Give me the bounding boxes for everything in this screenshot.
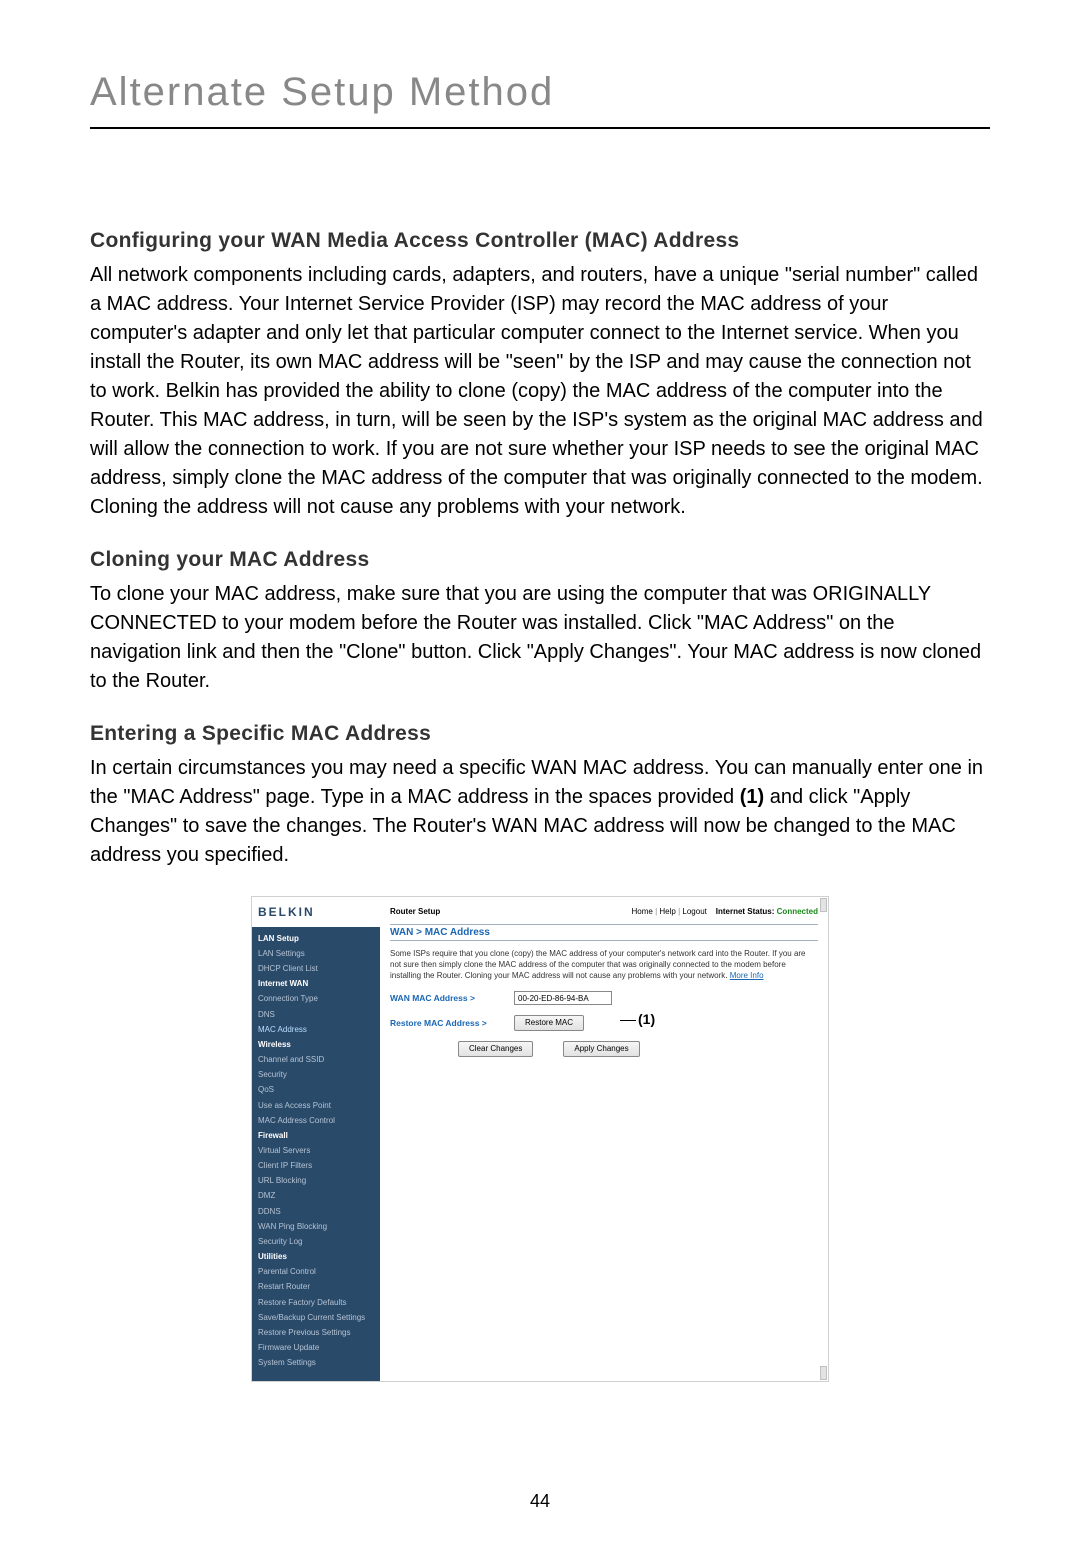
body-entering-mac: In certain circumstances you may need a … xyxy=(90,754,990,870)
sidebar-item[interactable]: URL Blocking xyxy=(252,1173,380,1188)
sidebar-item[interactable]: Restore Factory Defaults xyxy=(252,1295,380,1310)
router-admin-screenshot: BELKIN LAN SetupLAN SettingsDHCP Client … xyxy=(251,896,829,1382)
sidebar-item[interactable]: WAN Ping Blocking xyxy=(252,1219,380,1234)
sidebar-item[interactable]: Use as Access Point xyxy=(252,1098,380,1113)
clear-changes-button[interactable]: Clear Changes xyxy=(458,1041,533,1057)
sidebar-item[interactable]: MAC Address Control xyxy=(252,1113,380,1128)
sidebar-item[interactable]: Channel and SSID xyxy=(252,1052,380,1067)
sidebar-item[interactable]: DDNS xyxy=(252,1204,380,1219)
heading-cloning-mac: Cloning your MAC Address xyxy=(90,548,990,572)
internet-status-value: Connected xyxy=(777,907,818,916)
sidebar-item[interactable]: Connection Type xyxy=(252,991,380,1006)
page-number: 44 xyxy=(0,1491,1080,1512)
sidebar-group-head: Firewall xyxy=(252,1128,380,1143)
section-3: Entering a Specific MAC Address In certa… xyxy=(90,722,990,870)
body-configuring-wan-mac: All network components including cards, … xyxy=(90,261,990,522)
router-sidebar: BELKIN LAN SetupLAN SettingsDHCP Client … xyxy=(252,897,380,1381)
more-info-link[interactable]: More Info xyxy=(730,971,764,980)
heading-configuring-wan-mac: Configuring your WAN Media Access Contro… xyxy=(90,229,990,253)
sidebar-item[interactable]: DNS xyxy=(252,1007,380,1022)
page-title: Alternate Setup Method xyxy=(90,70,990,129)
sidebar-item[interactable]: Parental Control xyxy=(252,1264,380,1279)
restore-mac-button[interactable]: Restore MAC xyxy=(514,1015,584,1031)
sidebar-item[interactable]: Client IP Filters xyxy=(252,1158,380,1173)
link-help[interactable]: Help xyxy=(659,907,675,916)
sidebar-group-head: Wireless xyxy=(252,1037,380,1052)
heading-entering-mac: Entering a Specific MAC Address xyxy=(90,722,990,746)
sidebar-item[interactable]: Virtual Servers xyxy=(252,1143,380,1158)
sidebar-item[interactable]: Security Log xyxy=(252,1234,380,1249)
internet-status-label: Internet Status: xyxy=(716,907,775,916)
scrollbar-up[interactable] xyxy=(820,898,827,912)
router-setup-label: Router Setup xyxy=(390,907,440,916)
section-2: Cloning your MAC Address To clone your M… xyxy=(90,548,990,696)
apply-changes-button[interactable]: Apply Changes xyxy=(563,1041,639,1057)
sidebar-group-head: Utilities xyxy=(252,1249,380,1264)
sidebar-group-head: Internet WAN xyxy=(252,976,380,991)
router-main: Router Setup Home | Help | Logout Intern… xyxy=(380,897,828,1381)
restore-mac-row: Restore MAC Address > Restore MAC (1) xyxy=(390,1015,818,1031)
restore-mac-label: Restore MAC Address > xyxy=(390,1018,500,1028)
sidebar-item[interactable]: DHCP Client List xyxy=(252,961,380,976)
sidebar-item[interactable]: LAN Settings xyxy=(252,946,380,961)
wan-mac-input[interactable] xyxy=(514,991,612,1005)
section-1: Configuring your WAN Media Access Contro… xyxy=(90,229,990,522)
callout-1: (1) xyxy=(620,1011,655,1027)
sidebar-item[interactable]: DMZ xyxy=(252,1188,380,1203)
brand-logo: BELKIN xyxy=(252,897,380,927)
mac-description: Some ISPs require that you clone (copy) … xyxy=(390,949,818,981)
scrollbar-down[interactable] xyxy=(820,1366,827,1380)
body-cloning-mac: To clone your MAC address, make sure tha… xyxy=(90,580,990,696)
sidebar-item[interactable]: Save/Backup Current Settings xyxy=(252,1310,380,1325)
sidebar-item[interactable]: Firmware Update xyxy=(252,1340,380,1355)
wan-mac-row: WAN MAC Address > xyxy=(390,991,818,1005)
sidebar-item[interactable]: Restart Router xyxy=(252,1279,380,1294)
sidebar-item[interactable]: System Settings xyxy=(252,1355,380,1370)
sidebar-item[interactable]: MAC Address xyxy=(252,1022,380,1037)
sidebar-item[interactable]: QoS xyxy=(252,1082,380,1097)
breadcrumb: WAN > MAC Address xyxy=(390,924,818,941)
sidebar-item[interactable]: Restore Previous Settings xyxy=(252,1325,380,1340)
sidebar-item[interactable]: Security xyxy=(252,1067,380,1082)
sidebar-group-head: LAN Setup xyxy=(252,931,380,946)
link-logout[interactable]: Logout xyxy=(682,907,706,916)
link-home[interactable]: Home xyxy=(632,907,653,916)
wan-mac-label: WAN MAC Address > xyxy=(390,993,500,1003)
